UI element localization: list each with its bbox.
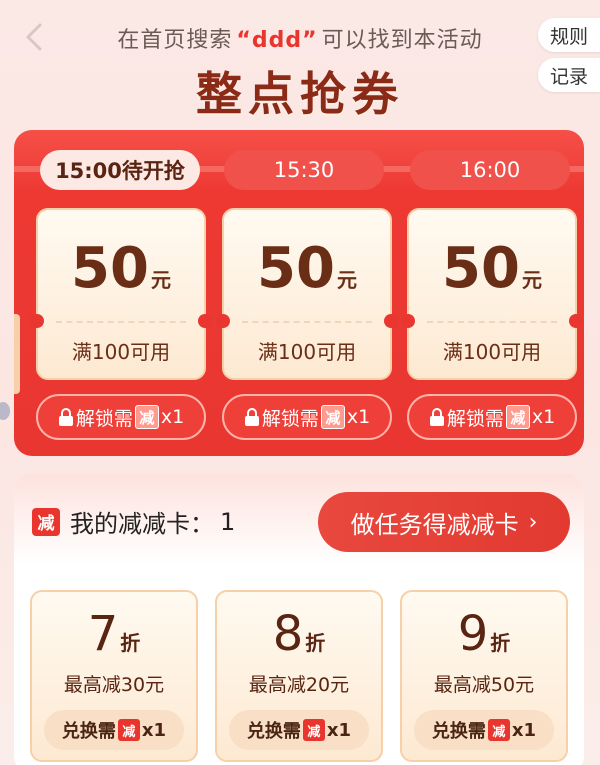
unlock-label: 解锁需 xyxy=(75,407,133,430)
coupon-amount: 50 元 xyxy=(38,236,204,301)
do-task-button[interactable]: 做任务得减减卡 › xyxy=(318,492,570,552)
coupon-condition: 满100可用 xyxy=(442,340,542,364)
discount-unit: 折 xyxy=(490,631,511,655)
unlock-qty: x1 xyxy=(531,406,556,428)
discount-max: 最高减20元 xyxy=(248,674,350,696)
hint-keyword: “ddd” xyxy=(236,28,318,53)
exchange-button[interactable]: 兑换需减 x1 xyxy=(229,710,369,750)
discount-coupon[interactable]: 9折 最高减50元 兑换需减 x1 xyxy=(400,590,568,762)
my-jian-card: 减 我的减减卡： 1 xyxy=(32,504,235,539)
exchange-label: 兑换需 xyxy=(246,721,301,742)
exchange-qty: x1 xyxy=(326,719,352,741)
discount-value: 8折 xyxy=(217,606,381,662)
discount-coupon[interactable]: 7折 最高减30元 兑换需减 x1 xyxy=(30,590,198,762)
coupon-amount-value: 50 xyxy=(71,236,149,301)
unlock-label: 解锁需 xyxy=(446,407,504,430)
hint-suffix: 可以找到本活动 xyxy=(321,28,483,53)
coupon-condition: 满100可用 xyxy=(257,340,357,364)
do-task-label: 做任务得减减卡 xyxy=(350,510,519,539)
lock-icon xyxy=(58,408,73,426)
discount-unit: 折 xyxy=(305,631,326,655)
exchange-qty: x1 xyxy=(141,719,167,741)
coupon-notch xyxy=(30,314,44,328)
coupon-divider xyxy=(242,321,372,323)
lock-icon xyxy=(429,408,444,426)
jian-card-icon: 减 xyxy=(302,719,325,741)
coupon-amount-unit: 元 xyxy=(336,268,357,292)
jian-card-icon: 减 xyxy=(505,405,530,429)
coupon-notch xyxy=(569,314,583,328)
unlock-qty: x1 xyxy=(160,406,185,428)
coupon-notch xyxy=(198,314,212,328)
exchange-label: 兑换需 xyxy=(431,721,486,742)
jian-card-count: 1 xyxy=(220,507,236,536)
coupon-divider xyxy=(427,321,557,323)
jian-card-icon: 减 xyxy=(117,719,140,741)
time-tab-1500[interactable]: 15:00待开抢 xyxy=(40,150,200,190)
exchange-qty: x1 xyxy=(511,719,537,741)
coupon-amount-value: 50 xyxy=(257,236,335,301)
coupon-card[interactable]: 50 元 满100可用 xyxy=(30,208,212,380)
discount-max: 最高减50元 xyxy=(433,674,535,696)
jian-card-icon: 减 xyxy=(32,507,60,536)
discount-number: 8 xyxy=(272,606,304,662)
flash-coupon-panel: 15:00待开抢 15:30 16:00 50 元 满100可用 50 元 满100… xyxy=(14,130,584,456)
scroll-indicator xyxy=(0,402,10,420)
coupon-amount: 50 元 xyxy=(224,236,390,301)
coupon-notch xyxy=(216,314,230,328)
coupon-notch xyxy=(401,314,415,328)
coupon-amount-value: 50 xyxy=(442,236,520,301)
rules-button[interactable]: 规则 xyxy=(538,18,600,52)
coupon-card[interactable]: 50 元 满100可用 xyxy=(216,208,398,380)
unlock-button[interactable]: 解锁需减 x1 xyxy=(407,394,577,440)
coupon-card[interactable]: 50 元 满100可用 xyxy=(401,208,583,380)
unlock-qty: x1 xyxy=(346,406,371,428)
discount-unit: 折 xyxy=(120,631,141,655)
prev-coupon-peek xyxy=(14,314,20,394)
discount-coupon[interactable]: 8折 最高减20元 兑换需减 x1 xyxy=(215,590,383,762)
coupon-condition: 满100可用 xyxy=(71,340,171,364)
discount-value: 7折 xyxy=(32,606,196,662)
hint-prefix: 在首页搜索 xyxy=(117,28,233,53)
unlock-label: 解锁需 xyxy=(261,407,319,430)
exchange-button[interactable]: 兑换需减 x1 xyxy=(414,710,554,750)
time-tab-1600[interactable]: 16:00 xyxy=(410,150,570,190)
discount-number: 9 xyxy=(457,606,489,662)
coupon-amount: 50 元 xyxy=(409,236,575,301)
my-jian-card-label: 我的减减卡： xyxy=(70,510,214,538)
coupon-notch xyxy=(384,314,398,328)
jian-card-icon: 减 xyxy=(320,405,345,429)
exchange-label: 兑换需 xyxy=(61,721,116,742)
time-tab-1530[interactable]: 15:30 xyxy=(224,150,384,190)
coupon-amount-unit: 元 xyxy=(521,268,542,292)
chevron-right-icon: › xyxy=(528,509,538,535)
jian-card-section: 减 我的减减卡： 1 做任务得减减卡 › 7折 最高减30元 兑换需减 x1 8折 … xyxy=(14,474,584,765)
discount-max: 最高减30元 xyxy=(63,674,165,696)
discount-number: 7 xyxy=(87,606,119,662)
coupon-divider xyxy=(56,321,186,323)
page-title: 整点抢券 xyxy=(196,67,404,121)
lock-icon xyxy=(244,408,259,426)
jian-card-icon: 减 xyxy=(134,405,159,429)
discount-value: 9折 xyxy=(402,606,566,662)
coupon-amount-unit: 元 xyxy=(150,268,171,292)
exchange-button[interactable]: 兑换需减 x1 xyxy=(44,710,184,750)
unlock-button[interactable]: 解锁需减 x1 xyxy=(36,394,206,440)
unlock-button[interactable]: 解锁需减 x1 xyxy=(222,394,392,440)
jian-card-icon: 减 xyxy=(487,719,510,741)
search-hint: 在首页搜索 “ddd” 可以找到本活动 xyxy=(0,22,600,54)
